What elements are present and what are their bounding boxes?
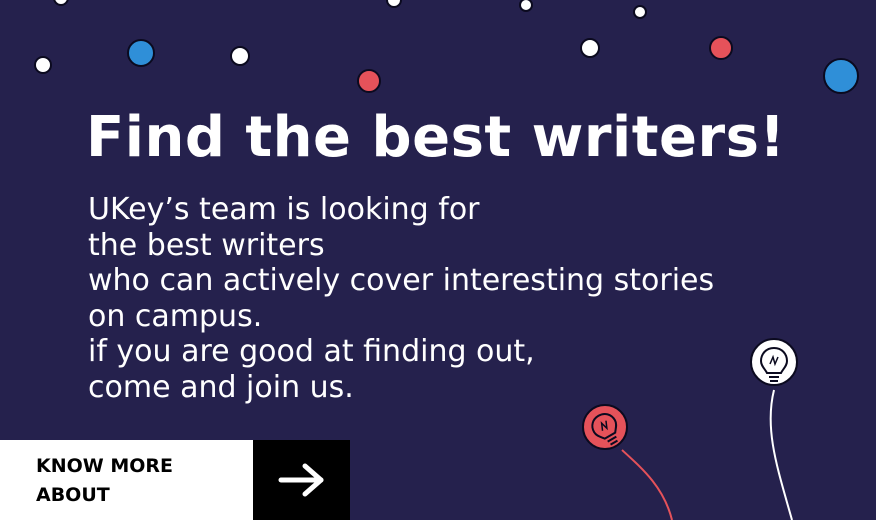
- body-line: who can actively cover interesting stori…: [88, 263, 715, 298]
- headline: Find the best writers!: [86, 105, 786, 170]
- know-more-label-line: KNOW MORE: [36, 455, 174, 477]
- dot-white: [580, 38, 600, 58]
- dot-red: [357, 69, 381, 93]
- arrow-right-icon: [278, 463, 323, 497]
- white-bulb-cord: [769, 389, 793, 520]
- body-line: the best writers: [88, 227, 325, 263]
- body-line: UKey’s team is looking for: [88, 192, 480, 227]
- dot-white: [386, 0, 402, 8]
- dot-white: [230, 46, 250, 66]
- know-more-arrow-button[interactable]: [253, 440, 350, 520]
- dot-white: [633, 5, 647, 19]
- know-more-button[interactable]: KNOW MORE ABOUT: [0, 440, 350, 520]
- dot-blue: [823, 58, 859, 94]
- dot-white: [53, 0, 69, 6]
- dot-blue: [127, 39, 155, 67]
- lightbulb-icon-white: [750, 338, 798, 386]
- dot-white: [519, 0, 533, 12]
- red-bulb-cord: [621, 449, 673, 520]
- dot-red: [709, 36, 733, 60]
- lightbulb-illustration: [582, 338, 798, 520]
- recruitment-banner: Find the best writers! UKey’s team is lo…: [0, 0, 876, 520]
- lightbulb-icon-red: [582, 404, 628, 450]
- dot-white: [34, 56, 52, 74]
- know-more-label[interactable]: KNOW MORE ABOUT: [0, 440, 253, 520]
- know-more-label-line: ABOUT: [36, 484, 110, 506]
